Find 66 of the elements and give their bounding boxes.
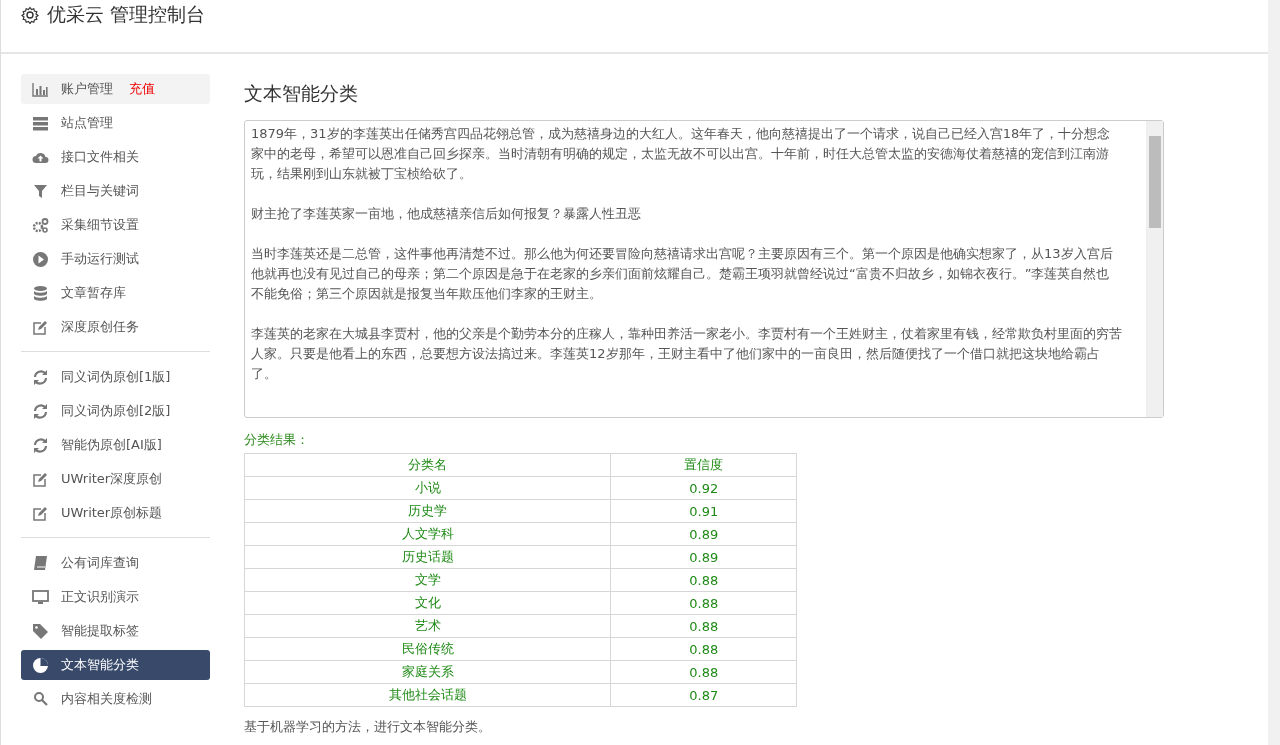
sidebar-item[interactable]: 智能伪原创[AI版]: [21, 430, 210, 460]
sidebar-item[interactable]: 智能提取标签: [21, 616, 210, 646]
edit-icon: [32, 504, 49, 522]
sidebar-item[interactable]: 内容相关度检测: [21, 684, 210, 714]
column-header: 分类名: [244, 453, 611, 477]
sidebar-item[interactable]: 公有词库查询: [21, 548, 210, 578]
sidebar-item[interactable]: 同义词伪原创[2版]: [21, 396, 210, 426]
sidebar-item[interactable]: 接口文件相关: [21, 142, 210, 172]
table-cell: 0.88: [610, 660, 797, 684]
edit-icon: [32, 470, 49, 488]
table-cell: 0.89: [610, 522, 797, 546]
sidebar-item[interactable]: 采集细节设置: [21, 210, 210, 240]
app-title: 优采云 管理控制台: [47, 3, 206, 25]
table-cell: 小说: [244, 476, 611, 500]
table-cell: 0.88: [610, 637, 797, 661]
text-area[interactable]: [244, 120, 1164, 418]
table-cell: 其他社会话题: [244, 683, 611, 707]
table-cell: 0.91: [610, 499, 797, 523]
scrollbar[interactable]: [1146, 121, 1163, 417]
tag-icon: [32, 622, 49, 640]
refresh-icon: [32, 402, 49, 420]
sidebar-item[interactable]: UWriter深度原创: [21, 464, 210, 494]
database-icon: [32, 284, 49, 302]
description-text: 基于机器学习的方法，进行文本智能分类。: [244, 718, 492, 736]
table-cell: 历史话题: [244, 545, 611, 569]
table-cell: 0.88: [610, 568, 797, 592]
sidebar-item[interactable]: UWriter原创标题: [21, 498, 210, 528]
chart-icon: [32, 80, 49, 98]
server-icon: [32, 114, 49, 132]
play-icon: [32, 250, 49, 268]
sidebar-item[interactable]: 手动运行测试: [21, 244, 210, 274]
text-paragraph: 李莲英的老家在大城县李贾村，他的父亲是个勤劳本分的庄稼人，靠种田养活一家老小。李贾村有一个王姓财主，仗着家里有钱，经常欺负村里面的穷苦人家。只要是他看上的东西，总要想方设法搞过来。李莲英12岁那年，王财主看中了他们家中的一亩良田，然后随便找了一个借口就把这块地给霸占了。: [251, 325, 1122, 383]
table-cell: 民俗传统: [244, 637, 611, 661]
sidebar-item[interactable]: 文本智能分类: [21, 650, 210, 680]
sidebar-item[interactable]: 深度原创任务: [21, 312, 210, 342]
book-icon: [32, 554, 49, 572]
table-cell: 文化: [244, 591, 611, 615]
edit-icon: [32, 318, 49, 336]
refresh-icon: [32, 368, 49, 386]
table-cell: 0.88: [610, 614, 797, 638]
table-cell: 0.87: [610, 683, 797, 707]
table-cell: 艺术: [244, 614, 611, 638]
table-cell: 人文学科: [244, 522, 611, 546]
text-paragraph: 当时李莲英还是二总管，这件事他再清楚不过。那么他为何还要冒险向慈禧请求出宫呢？主要原因有三个。第一个原因是他确实想家了，从13岁入宫后他就再也没有见过自己的母亲；第二个原因是急于在老家的乡亲们面前炫耀自己。楚霸王项羽就曾经说过“富贵不归故乡，如锦衣夜行。”李莲英自然也不能免俗；第三个原因就是报复当年欺压他们李家的王财主。: [251, 245, 1114, 303]
text-paragraph: 1879年，31岁的李莲英出任储秀宫四品花翎总管，成为慈禧身边的大红人。这年春天，他向慈禧提出了一个请求，说自己已经入宫18年了，十分想念家中的老母，希望可以恩准自己回乡探亲。当时清朝有明确的规定，太监无故不可以出宫。十年前，时任大总管太监的安德海仗着慈禧的宠信到江南游玩，结果刚到山东就被丁宝桢给砍了。: [251, 125, 1112, 183]
table-cell: 0.89: [610, 545, 797, 569]
text-paragraph: 财主抢了李莲英家一亩地，他成慈禧亲信后如何报复？暴露人性丑恶: [251, 205, 642, 223]
sidebar-item[interactable]: 栏目与关键词: [21, 176, 210, 206]
pie-chart-icon: [32, 656, 49, 674]
refresh-icon: [32, 436, 49, 454]
sidebar-item[interactable]: 同义词伪原创[1版]: [21, 362, 210, 392]
result-label: 分类结果：: [244, 431, 310, 449]
column-header: 置信度: [610, 453, 797, 477]
monitor-icon: [32, 588, 49, 606]
table-cell: 0.88: [610, 591, 797, 615]
settings-icon: [21, 6, 39, 24]
sidebar-item[interactable]: 正文识别演示: [21, 582, 210, 612]
table-cell: 文学: [244, 568, 611, 592]
table-cell: 0.92: [610, 476, 797, 500]
sidebar-item[interactable]: 账户管理 充值: [21, 74, 210, 104]
table-cell: 家庭关系: [244, 660, 611, 684]
filter-icon: [32, 182, 49, 200]
sidebar-item[interactable]: 文章暂存库: [21, 278, 210, 308]
table-cell: 历史学: [244, 499, 611, 523]
page-heading: 文本智能分类: [244, 81, 359, 106]
sidebar-item[interactable]: 站点管理: [21, 108, 210, 138]
